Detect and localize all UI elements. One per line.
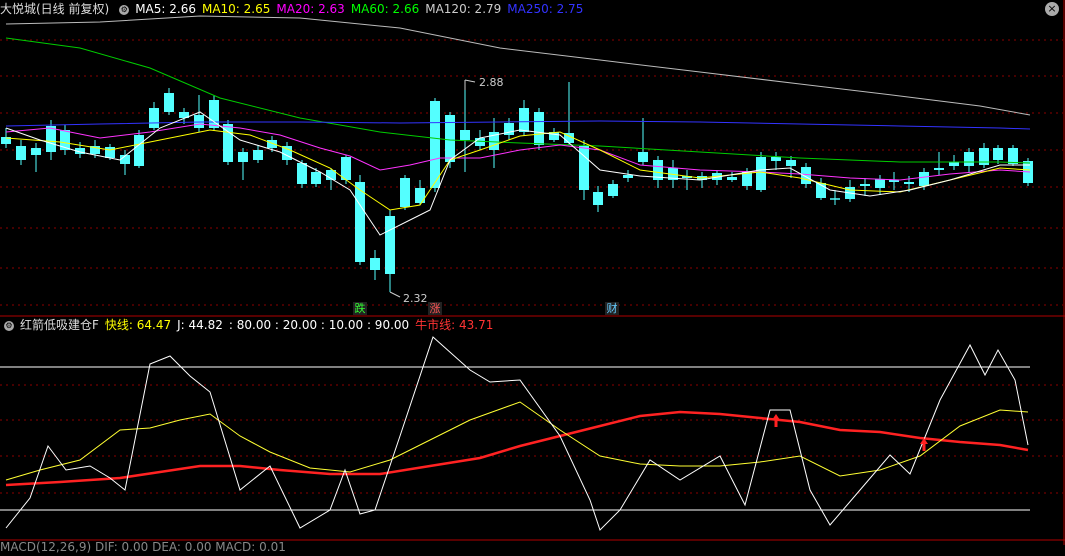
candle-body (370, 258, 380, 270)
candle-body (593, 192, 603, 205)
candle-body (638, 152, 648, 162)
candle-body (519, 108, 529, 132)
candle-body (282, 146, 292, 160)
candle-body (16, 146, 26, 160)
badge-finance-text: 财 (606, 302, 618, 315)
ma60-line (5, 37, 1031, 164)
ma10-line (5, 129, 1031, 211)
candle-body (430, 101, 440, 188)
candle-body (904, 182, 914, 184)
badge-rise: 涨 (428, 302, 442, 315)
candle-body (385, 216, 395, 274)
candle-body (964, 152, 974, 166)
badge-fall: 跌 (353, 302, 367, 315)
candle-body (949, 162, 959, 166)
red-arrow-icon (920, 438, 928, 451)
candle-body (875, 179, 885, 188)
candle-body (727, 177, 737, 180)
candle-body (534, 112, 544, 145)
candle-body (786, 160, 796, 166)
candle-body (46, 126, 56, 152)
candle-body (31, 148, 41, 155)
candle-body (149, 108, 159, 128)
candle-body (993, 148, 1003, 160)
bull-line (5, 410, 1029, 487)
candle-body (355, 182, 365, 262)
candle-body (860, 184, 870, 186)
candle-body (105, 147, 115, 158)
candle-body (623, 175, 633, 178)
candle-body (415, 188, 425, 203)
ma120-line (5, 15, 1031, 116)
badge-finance: 财 (605, 302, 619, 315)
candle-body (134, 135, 144, 166)
candle-body (460, 130, 470, 140)
candle-body (238, 152, 248, 162)
high-label: 2.88 (479, 76, 504, 89)
candle-body (311, 172, 321, 184)
candle-body (164, 93, 174, 112)
candle-body (934, 168, 944, 170)
candle-body (267, 140, 277, 148)
candle-body (297, 163, 307, 184)
candle-body (919, 172, 929, 186)
candle-body (756, 157, 766, 190)
low-marker (389, 291, 401, 298)
chart-canvas[interactable]: 2.88 2.32 (0, 0, 1065, 545)
candle-body (608, 184, 618, 196)
low-label: 2.32 (403, 292, 428, 305)
badge-rise-text: 涨 (429, 302, 441, 315)
badge-fall-text: 跌 (354, 302, 366, 315)
ma20-line (5, 123, 1031, 181)
candle-body (253, 150, 263, 160)
candle-body (475, 138, 485, 146)
high-marker (464, 79, 476, 83)
j-line (5, 336, 1029, 531)
candle-body (1008, 148, 1018, 164)
candle-body (400, 178, 410, 207)
fast-line (5, 401, 1029, 481)
candle-body (194, 115, 204, 128)
candle-body (801, 167, 811, 184)
candle-body (771, 157, 781, 161)
